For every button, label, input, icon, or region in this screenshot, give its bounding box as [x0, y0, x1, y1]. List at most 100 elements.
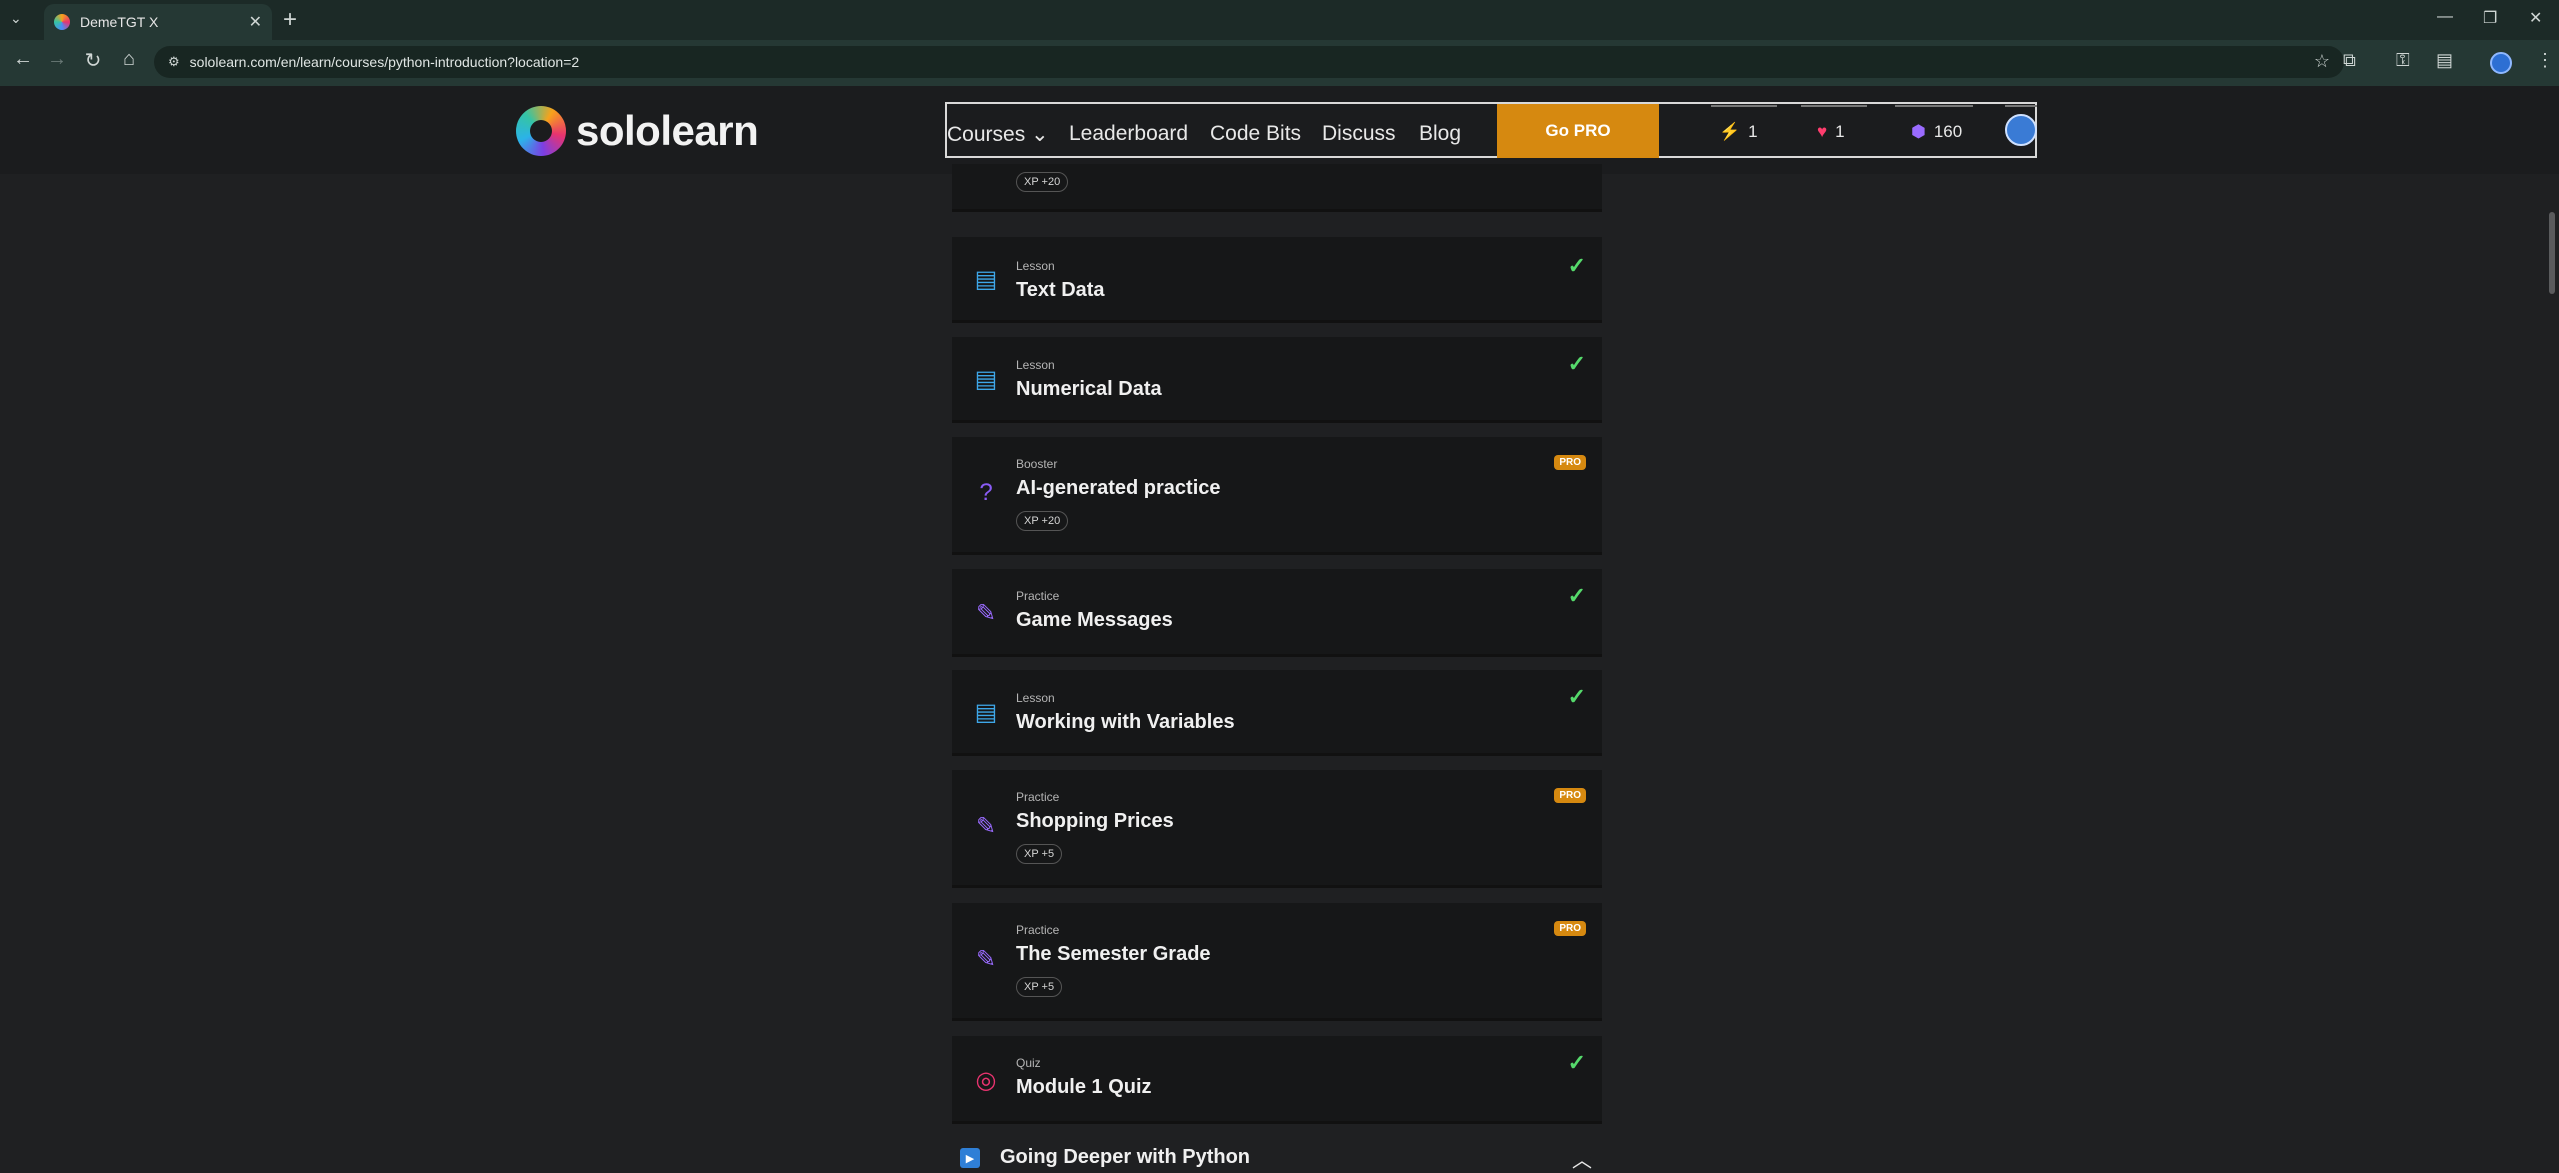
- lightning-icon: ⚡: [1719, 122, 1741, 141]
- checkmark-icon: ✓: [1567, 1050, 1586, 1075]
- streak-counter[interactable]: ⚡ 1: [1719, 122, 1758, 142]
- item-type: Lesson: [1016, 691, 1055, 705]
- browser-tabbar: ⌄ DemeTGT X ✕ + — ❐ ✕: [0, 0, 2559, 40]
- pencil-icon: ✎: [975, 945, 997, 973]
- item-type: Practice: [1016, 923, 1060, 937]
- gems-divider: [1895, 105, 1973, 107]
- browser-profile-avatar[interactable]: [2490, 52, 2512, 74]
- item-type: Quiz: [1016, 1056, 1041, 1070]
- lesson-document-icon: ▤: [974, 365, 998, 393]
- tab-title: DemeTGT X: [80, 14, 159, 30]
- checkmark-icon: ✓: [1567, 684, 1586, 709]
- reading-mode-icon[interactable]: ▤: [2436, 50, 2453, 71]
- item-title: AI-generated practice: [1016, 477, 1221, 499]
- item-title: Working with Variables: [1016, 711, 1235, 733]
- user-avatar[interactable]: [2005, 114, 2037, 146]
- target-icon: ◎: [975, 1066, 997, 1094]
- list-item-numerical-data[interactable]: ▤ Lesson Numerical Data ✓: [952, 337, 1602, 423]
- list-item-semester-grade[interactable]: ✎ Practice The Semester Grade PRO XP +5: [952, 903, 1602, 1021]
- gems-value: 160: [1933, 122, 1963, 141]
- hearts-counter[interactable]: ♥ 1: [1817, 122, 1845, 142]
- pro-badge: PRO: [1554, 788, 1586, 803]
- home-icon[interactable]: ⌂: [114, 48, 144, 71]
- minimize-icon[interactable]: —: [2437, 8, 2453, 26]
- xp-badge: XP +5: [1016, 844, 1063, 864]
- item-type: Booster: [1016, 457, 1058, 471]
- lesson-document-icon: ▤: [974, 698, 998, 726]
- pencil-icon: ✎: [975, 812, 997, 840]
- item-title: Game Messages: [1016, 609, 1173, 631]
- gems-counter[interactable]: ⬢ 160: [1911, 122, 1962, 142]
- hearts-divider: [1801, 105, 1867, 107]
- list-item-shopping-prices[interactable]: ✎ Practice Shopping Prices PRO XP +5: [952, 770, 1602, 888]
- item-title: Numerical Data: [1016, 378, 1162, 400]
- nav-discuss[interactable]: Discuss: [1322, 122, 1396, 146]
- list-item-game-messages[interactable]: ✎ Practice Game Messages ✓: [952, 569, 1602, 657]
- hearts-value: 1: [1835, 122, 1845, 141]
- xp-badge: XP +5: [1016, 977, 1063, 997]
- scrollbar-thumb[interactable]: [2549, 212, 2555, 294]
- checkmark-icon: ✓: [1567, 253, 1586, 278]
- go-pro-button[interactable]: Go PRO: [1497, 104, 1659, 158]
- forward-icon[interactable]: →: [42, 48, 72, 71]
- item-type: Lesson: [1016, 259, 1055, 273]
- bookmark-star-icon[interactable]: ☆: [2314, 51, 2330, 72]
- site-header: sololearn Courses ⌄ Leaderboard Code Bit…: [0, 86, 2559, 174]
- nav-blog[interactable]: Blog: [1419, 122, 1461, 146]
- sololearn-logo-icon: [516, 106, 566, 156]
- address-bar[interactable]: ⚙ sololearn.com/en/learn/courses/python-…: [154, 46, 2344, 78]
- item-type: Practice: [1016, 589, 1060, 603]
- tab-close-icon[interactable]: ✕: [249, 12, 262, 32]
- partial-card[interactable]: XP +20: [952, 164, 1602, 212]
- pro-badge: PRO: [1554, 921, 1586, 936]
- nav-courses-label: Courses: [947, 123, 1026, 146]
- sololearn-favicon-icon: [54, 14, 70, 30]
- browser-menu-icon[interactable]: ⋮: [2536, 50, 2554, 71]
- module-header-going-deeper[interactable]: ▶ Going Deeper with Python ︿: [952, 1138, 1602, 1172]
- nav-leaderboard[interactable]: Leaderboard: [1069, 122, 1188, 146]
- avatar-divider: [2005, 105, 2037, 107]
- item-title: Shopping Prices: [1016, 810, 1174, 832]
- list-item-working-with-variables[interactable]: ▤ Lesson Working with Variables ✓: [952, 670, 1602, 756]
- site-info-icon[interactable]: ⚙: [168, 54, 180, 70]
- tab-search-icon[interactable]: ⌄: [10, 10, 22, 27]
- streak-divider: [1711, 105, 1777, 107]
- browser-tab[interactable]: DemeTGT X ✕: [44, 4, 272, 40]
- lesson-document-icon: ▤: [974, 265, 998, 293]
- browser-toolbar: ← → ↻ ⌂ ⚙ sololearn.com/en/learn/courses…: [0, 40, 2559, 86]
- checkmark-icon: ✓: [1567, 583, 1586, 608]
- chevron-up-icon[interactable]: ︿: [1572, 1144, 1592, 1173]
- checkmark-icon: ✓: [1567, 351, 1586, 376]
- chevron-down-icon: ⌄: [1031, 123, 1049, 146]
- list-item-module-1-quiz[interactable]: ◎ Quiz Module 1 Quiz ✓: [952, 1036, 1602, 1124]
- window-close-icon[interactable]: ✕: [2529, 8, 2542, 28]
- heart-icon: ♥: [1817, 122, 1828, 141]
- reload-icon[interactable]: ↻: [78, 48, 108, 73]
- item-type: Practice: [1016, 790, 1060, 804]
- list-item-ai-practice[interactable]: ? Booster AI-generated practice PRO XP +…: [952, 437, 1602, 555]
- nav-courses[interactable]: Courses ⌄: [947, 122, 1049, 147]
- url-text: sololearn.com/en/learn/courses/python-in…: [189, 54, 580, 70]
- item-title: Text Data: [1016, 279, 1105, 301]
- gem-icon: ⬢: [1911, 122, 1926, 141]
- item-title: Module 1 Quiz: [1016, 1076, 1152, 1098]
- pro-badge: PRO: [1554, 455, 1586, 470]
- module-title: Going Deeper with Python: [1000, 1146, 1251, 1168]
- play-icon: ▶: [960, 1148, 980, 1168]
- new-tab-icon[interactable]: +: [283, 6, 297, 34]
- restore-icon[interactable]: ❐: [2483, 8, 2497, 28]
- extensions-icon[interactable]: ⧉: [2343, 50, 2356, 71]
- question-mark-icon: ?: [979, 479, 993, 506]
- item-type: Lesson: [1016, 358, 1055, 372]
- list-item-text-data[interactable]: ▤ Lesson Text Data ✓: [952, 237, 1602, 323]
- page-scrollbar[interactable]: [2545, 174, 2559, 1162]
- logo-text: sololearn: [576, 107, 759, 154]
- item-title: The Semester Grade: [1016, 943, 1211, 965]
- sololearn-logo[interactable]: sololearn: [516, 106, 759, 156]
- back-icon[interactable]: ←: [8, 48, 38, 71]
- streak-value: 1: [1748, 122, 1758, 141]
- xp-badge: XP +20: [1016, 511, 1069, 531]
- password-key-icon[interactable]: ⚿: [2396, 50, 2410, 71]
- nav-code-bits[interactable]: Code Bits: [1210, 122, 1301, 146]
- xp-badge: XP +20: [1016, 172, 1069, 192]
